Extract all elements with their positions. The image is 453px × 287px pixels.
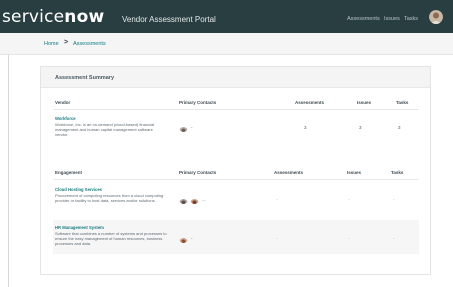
breadcrumb-current[interactable]: Assessments <box>73 41 106 47</box>
card-header: Assessment Summary <box>41 67 430 88</box>
nav-assessments[interactable]: Assessments <box>347 16 380 22</box>
col-tasks: Tasks <box>396 100 409 105</box>
engagement-issues-count: - <box>348 236 350 241</box>
contact-avatar[interactable] <box>179 123 188 132</box>
vendor-tasks-count[interactable]: 3 <box>398 125 401 130</box>
servicenow-logo[interactable]: servicenow <box>2 8 104 26</box>
contact-more: - <box>191 125 193 130</box>
col-primary-contacts-engagement: Primary Contacts <box>179 170 217 175</box>
logo-prefix: service <box>2 7 65 27</box>
contact-avatar[interactable] <box>179 195 188 204</box>
header-divider <box>53 179 419 180</box>
nav-tasks[interactable]: Tasks <box>404 16 418 22</box>
portal-title: Vendor Assessment Portal <box>122 15 216 24</box>
engagement-issues-count: - <box>348 197 350 202</box>
engagement-tasks-count: - <box>393 197 395 202</box>
col-engagement: Engagement <box>55 170 83 175</box>
top-bar: servicenow Vendor Assessment Portal Asse… <box>0 0 453 33</box>
vendor-name-link[interactable]: Workforce <box>55 116 76 121</box>
engagement-description: Software that combines a number of syste… <box>55 231 167 246</box>
col-primary-contacts: Primary Contacts <box>179 100 217 105</box>
contact-more: - <box>191 236 193 241</box>
card-title: Assessment Summary <box>55 75 115 81</box>
engagement-tasks-count: - <box>393 236 395 241</box>
vendor-issues-count[interactable]: 3 <box>359 125 362 130</box>
col-assessments: Assessments <box>295 100 325 105</box>
engagement-description: Procurement of computing resources from … <box>55 193 164 203</box>
col-tasks-engagement: Tasks <box>391 170 404 175</box>
breadcrumb-separator-icon: > <box>64 39 69 46</box>
user-avatar[interactable] <box>429 10 443 24</box>
breadcrumb: Home > Assessments <box>0 33 453 55</box>
engagement-name-link[interactable]: Cloud Hosting Services <box>55 187 102 192</box>
engagement-name-link[interactable]: HR Management System <box>55 225 104 230</box>
logo-suffix: now <box>64 7 105 27</box>
col-assessments-engagement: Assessments <box>274 170 304 175</box>
header-divider <box>53 109 419 110</box>
col-vendor: Vendor <box>55 100 71 105</box>
contact-more: ... <box>202 197 206 202</box>
col-issues-engagement: Issues <box>347 170 362 175</box>
col-issues: Issues <box>357 100 372 105</box>
engagement-assessments-count: - <box>276 197 278 202</box>
vendor-description: Workforce, Inc. is an on-demand (cloud-b… <box>55 122 155 137</box>
contact-avatar[interactable] <box>179 234 188 243</box>
contact-avatar[interactable] <box>190 195 199 204</box>
left-divider <box>8 55 9 287</box>
nav-issues[interactable]: Issues <box>384 16 400 22</box>
breadcrumb-home[interactable]: Home <box>44 41 59 47</box>
vendor-assessments-count[interactable]: 3 <box>304 125 307 130</box>
assessment-summary-card: Assessment Summary Vendor Primary Contac… <box>40 66 431 275</box>
engagement-assessments-count: - <box>276 236 278 241</box>
